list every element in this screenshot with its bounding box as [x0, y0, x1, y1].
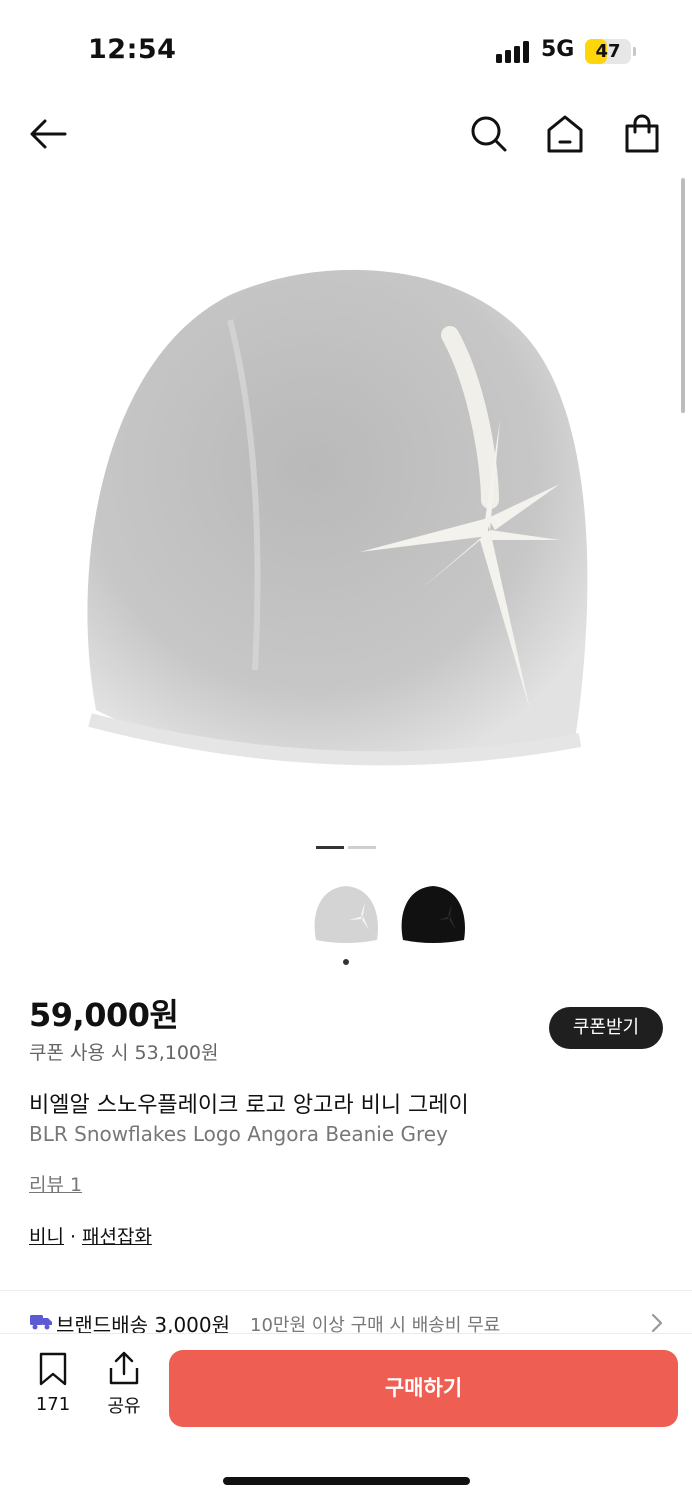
scrollbar[interactable]	[681, 178, 685, 413]
home-icon	[547, 115, 583, 153]
color-thumbnails	[0, 880, 692, 950]
battery-cap	[633, 47, 636, 56]
bottom-action-bar: 171 공유 구매하기	[0, 1333, 692, 1500]
battery-icon: 47	[585, 39, 631, 64]
share-button[interactable]: 공유	[101, 1350, 147, 1417]
wishlist-count: 171	[35, 1394, 71, 1415]
thumbnail-grey[interactable]	[311, 880, 381, 950]
home-button[interactable]	[543, 112, 587, 156]
slide-dot	[348, 846, 376, 849]
status-bar: 12:54 5G 47	[0, 0, 692, 100]
home-indicator	[223, 1477, 470, 1485]
product-name-korean: 비엘알 스노우플레이크 로고 앙고라 비니 그레이	[29, 1093, 469, 1118]
buy-button[interactable]: 구매하기	[169, 1350, 678, 1427]
share-icon	[109, 1351, 139, 1385]
coupon-button[interactable]: 쿠폰받기	[549, 1007, 663, 1049]
cart-button[interactable]	[620, 112, 664, 156]
signal-icon	[496, 41, 532, 63]
share-label: 공유	[107, 1396, 141, 1417]
category-link-beanie[interactable]: 비니	[29, 1226, 64, 1248]
search-button[interactable]	[466, 112, 510, 156]
arrow-left-icon	[30, 119, 67, 149]
product-image[interactable]	[60, 240, 632, 800]
slide-dot-active	[316, 846, 344, 849]
chevron-right-icon	[651, 1313, 663, 1333]
thumbnail-selected-dot	[343, 959, 349, 965]
truck-icon	[30, 1315, 52, 1330]
status-time: 12:54	[88, 34, 177, 65]
battery-level: 47	[595, 41, 621, 62]
shopping-bag-icon	[625, 114, 659, 153]
coupon-price: 쿠폰 사용 시 53,100원	[29, 1042, 219, 1064]
product-price: 59,000원	[29, 996, 179, 1034]
divider	[0, 1290, 692, 1291]
wishlist-button[interactable]: 171	[30, 1352, 76, 1415]
category-separator: ·	[69, 1226, 77, 1248]
back-button[interactable]	[27, 112, 71, 156]
top-nav	[0, 100, 692, 170]
search-icon	[471, 116, 507, 152]
thumbnail-black[interactable]	[398, 880, 468, 950]
network-type: 5G	[541, 37, 575, 62]
category-breadcrumb: 비니 · 패션잡화	[29, 1222, 152, 1249]
category-link-accessories[interactable]: 패션잡화	[82, 1226, 152, 1248]
bookmark-icon	[39, 1352, 67, 1386]
review-link[interactable]: 리뷰 1	[29, 1170, 82, 1197]
product-name-english: BLR Snowflakes Logo Angora Beanie Grey	[29, 1122, 448, 1146]
